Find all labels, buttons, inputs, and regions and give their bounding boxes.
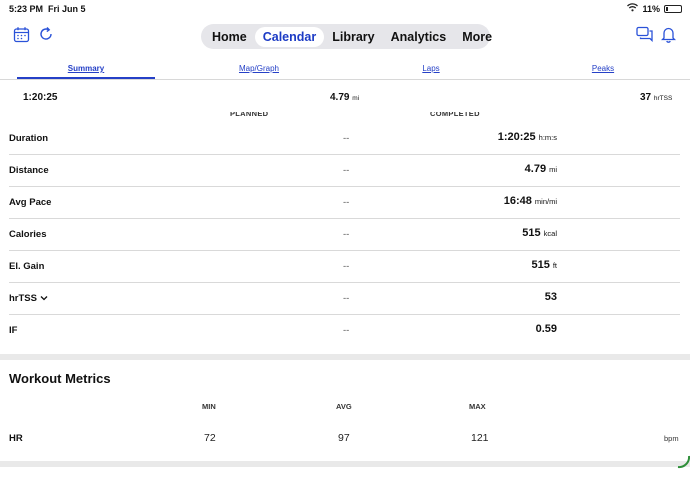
nav-home[interactable]: Home (204, 27, 255, 47)
table-row: IF -- 0.59 (9, 315, 680, 347)
top-bar: Home Calendar Library Analytics More (0, 18, 690, 55)
min-header: MIN (202, 402, 216, 411)
tab-map-graph[interactable]: Map/Graph (190, 64, 328, 73)
tab-laps[interactable]: Laps (362, 64, 500, 73)
battery-icon (664, 4, 682, 13)
hr-max: 121 (471, 432, 489, 444)
summary-tss-value: 37 (640, 92, 652, 103)
scroll-indicator-icon (674, 455, 690, 474)
summary-row: 1:20:25 4.79 mi 37 hrTSS (0, 90, 690, 106)
summary-distance-unit: mi (352, 95, 360, 102)
summary-tss-unit: hrTSS (653, 95, 673, 102)
nav-more[interactable]: More (454, 27, 500, 47)
row-value: 0.59 (535, 323, 557, 335)
chevron-down-icon (40, 293, 48, 304)
calendar-icon[interactable] (11, 24, 31, 44)
row-planned: -- (343, 133, 350, 144)
bell-icon[interactable] (658, 24, 678, 44)
row-label: Duration (9, 133, 49, 144)
battery-percent: 11% (642, 3, 660, 14)
max-header: MAX (469, 402, 486, 411)
hr-avg: 97 (338, 432, 350, 444)
row-value: 515 (522, 227, 541, 239)
row-value: 1:20:25 (497, 131, 536, 143)
row-value: 53 (544, 291, 557, 303)
row-label: Calories (9, 229, 47, 240)
hr-unit: bpm (664, 434, 679, 443)
row-label: El. Gain (9, 261, 45, 272)
completed-header: COMPLETED (430, 112, 480, 118)
row-label: hrTSS (9, 293, 37, 304)
row-completed: 1:20:25 h:m:s (498, 131, 557, 143)
nav-analytics[interactable]: Analytics (383, 27, 455, 47)
row-label: Avg Pace (9, 197, 52, 208)
table-row: hrTSS -- 53 (9, 283, 680, 315)
row-planned: -- (343, 197, 350, 208)
row-unit: min/mi (534, 197, 557, 206)
status-right: 11% (627, 3, 682, 14)
summary-tss: 37 hrTSS (640, 92, 672, 103)
planned-header: PLANNED (230, 112, 269, 118)
table-row: El. Gain -- 515 ft (9, 251, 680, 283)
section-divider (0, 461, 690, 467)
row-label: IF (9, 325, 18, 336)
row-completed: 16:48 min/mi (504, 195, 557, 207)
row-planned: -- (343, 325, 350, 336)
table-row: Distance -- 4.79 mi (9, 155, 680, 187)
battery-fill (666, 6, 668, 11)
main-nav: Home Calendar Library Analytics More (201, 24, 492, 49)
summary-duration: 1:20:25 (23, 92, 58, 103)
row-completed: 0.59 (536, 323, 557, 335)
row-unit: h:m:s (538, 133, 557, 142)
status-bar: 5:23 PM Fri Jun 5 11% (0, 0, 690, 18)
chat-icon[interactable] (634, 24, 654, 44)
tab-active-indicator (17, 77, 155, 79)
row-planned: -- (343, 165, 350, 176)
row-unit: mi (549, 165, 557, 174)
table-row: Calories -- 515 kcal (9, 219, 680, 251)
row-completed: 515 kcal (522, 227, 557, 239)
status-time: 5:23 PM (9, 4, 44, 14)
row-value: 16:48 (503, 195, 532, 207)
summary-distance: 4.79 mi (330, 92, 359, 103)
row-unit: ft (552, 261, 557, 270)
status-date: Fri Jun 5 (48, 4, 86, 14)
row-value: 4.79 (524, 163, 547, 175)
row-planned: -- (343, 229, 350, 240)
row-completed: 53 (545, 291, 557, 303)
hr-min: 72 (204, 432, 216, 444)
row-label: Distance (9, 165, 49, 176)
row-planned: -- (343, 293, 350, 304)
hr-label: HR (9, 433, 23, 444)
refresh-icon[interactable] (36, 24, 56, 44)
tab-summary[interactable]: Summary (17, 64, 155, 73)
hrtss-dropdown[interactable]: hrTSS (9, 293, 48, 304)
table-row: Avg Pace -- 16:48 min/mi (9, 187, 680, 219)
wifi-icon (627, 3, 639, 14)
nav-calendar[interactable]: Calendar (254, 26, 325, 47)
row-value: 515 (531, 259, 550, 271)
workout-tabs: Summary Map/Graph Laps Peaks (0, 58, 690, 80)
table-row: Duration -- 1:20:25 h:m:s (9, 123, 680, 155)
row-completed: 515 ft (531, 259, 557, 271)
row-completed: 4.79 mi (525, 163, 557, 175)
row-planned: -- (343, 261, 350, 272)
nav-library[interactable]: Library (324, 27, 382, 47)
section-divider (0, 354, 690, 360)
row-unit: kcal (543, 229, 557, 238)
workout-metrics-title: Workout Metrics (9, 371, 111, 386)
tab-peaks[interactable]: Peaks (534, 64, 672, 73)
avg-header: AVG (336, 402, 352, 411)
summary-distance-value: 4.79 (330, 92, 350, 103)
